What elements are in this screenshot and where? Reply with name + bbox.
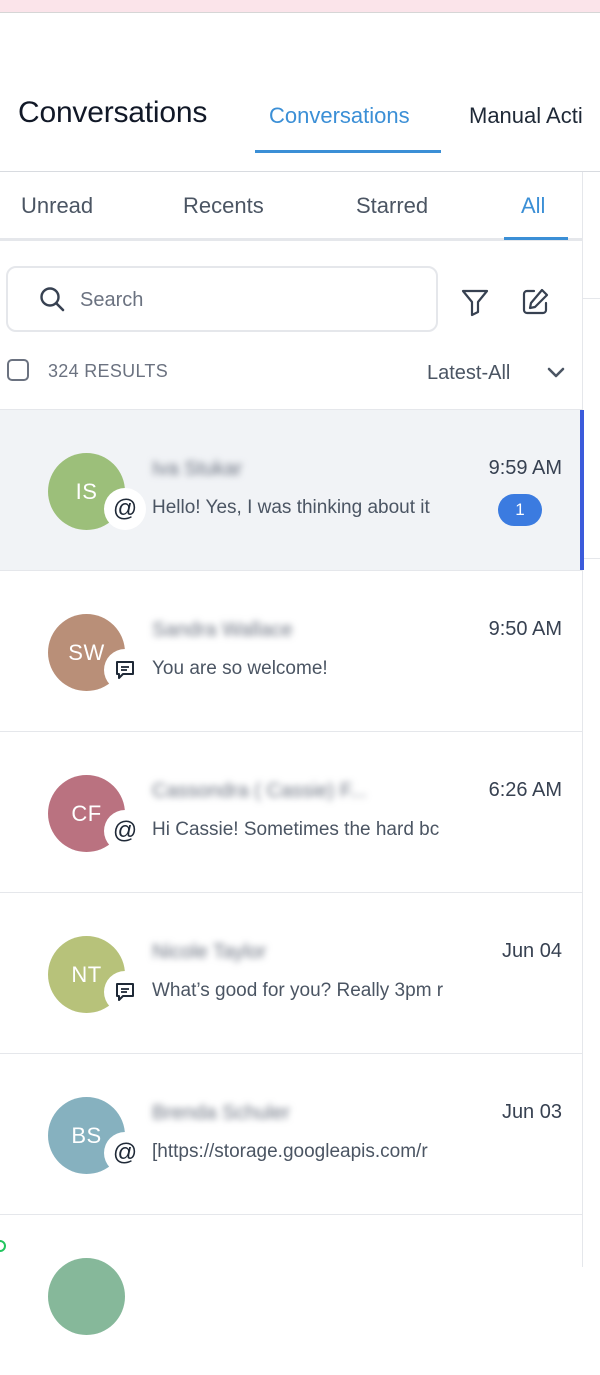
avatar: [48, 1258, 125, 1335]
detail-panel-edge: [582, 172, 600, 1267]
message-preview: Hello! Yes, I was thinking about it: [152, 497, 430, 518]
subtabs-divider: [0, 238, 582, 241]
message-time: Jun 03: [501, 1101, 562, 1123]
results-count: 324 RESULTS: [48, 361, 169, 381]
message-time: Jun 04: [501, 940, 562, 962]
page-title: Conversations: [18, 96, 208, 129]
contact-name: Sandra Wallace: [152, 619, 293, 641]
contact-name: Nicole Taylor: [152, 941, 267, 963]
sort-dropdown[interactable]: Latest-All: [427, 362, 510, 385]
conversation-item[interactable]: NT Nicole Taylor What’s good for you? Re…: [0, 892, 582, 1053]
conversation-item[interactable]: BS @ Brenda Schuler [https://storage.goo…: [0, 1053, 582, 1214]
message-preview: You are so welcome!: [152, 658, 328, 679]
header-divider: [0, 171, 600, 172]
tab-conversations[interactable]: Conversations: [269, 103, 410, 129]
message-preview: What’s good for you? Really 3pm r: [152, 980, 444, 1001]
conversation-item[interactable]: IS @ Iva Stukar Hello! Yes, I was thinki…: [0, 409, 584, 570]
at-sign-icon: @: [104, 488, 146, 530]
compose-icon: [522, 288, 549, 315]
select-all-checkbox[interactable]: [7, 359, 29, 381]
search-box[interactable]: [6, 266, 438, 332]
contact-name: Cassondra ( Cassie) F...: [152, 780, 367, 802]
subtab-all[interactable]: All: [521, 193, 545, 219]
unread-count-badge: 1: [498, 494, 542, 526]
contact-name: Brenda Schuler: [152, 1102, 290, 1124]
compose-button[interactable]: [518, 285, 552, 319]
filter-button[interactable]: [458, 285, 492, 319]
chat-bubble-icon: [104, 649, 146, 691]
message-time: 9:50 AM: [488, 618, 562, 640]
conversation-item[interactable]: [0, 1214, 582, 1375]
active-tab-indicator: [255, 150, 441, 153]
chevron-down-icon[interactable]: [545, 364, 567, 382]
detail-panel-divider: [583, 558, 600, 559]
chat-bubble-icon: [104, 971, 146, 1013]
message-preview: [https://storage.googleapis.com/r: [152, 1141, 428, 1162]
at-sign-icon: @: [104, 1132, 146, 1174]
search-icon: [40, 287, 65, 312]
message-time: 9:59 AM: [488, 457, 562, 479]
conversation-item[interactable]: SW Sandra Wallace You are so welcome! 9:…: [0, 570, 582, 731]
filter-icon: [461, 289, 489, 317]
header: [0, 12, 600, 172]
active-subtab-indicator: [504, 237, 568, 240]
message-preview: Hi Cassie! Sometimes the hard bc: [152, 819, 440, 840]
detail-panel-divider: [583, 298, 600, 299]
contact-name: Iva Stukar: [152, 458, 243, 480]
conversation-item[interactable]: CF @ Cassondra ( Cassie) F... Hi Cassie!…: [0, 731, 582, 892]
message-time: 6:26 AM: [488, 779, 562, 801]
search-input[interactable]: [78, 284, 412, 316]
conversation-list: IS @ Iva Stukar Hello! Yes, I was thinki…: [0, 409, 584, 1375]
tab-manual-actions[interactable]: Manual Acti: [469, 103, 583, 129]
at-sign-icon: @: [104, 810, 146, 852]
subtab-starred[interactable]: Starred: [356, 193, 428, 219]
subtab-unread[interactable]: Unread: [21, 193, 93, 219]
subtab-recents[interactable]: Recents: [183, 193, 264, 219]
